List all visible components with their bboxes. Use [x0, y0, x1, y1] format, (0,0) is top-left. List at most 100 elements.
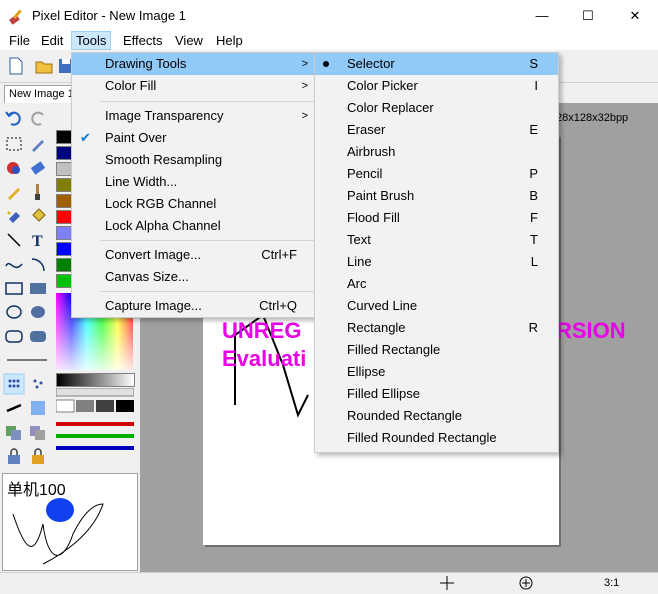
palette-swatch[interactable]	[56, 194, 72, 208]
new-file-icon[interactable]	[6, 56, 26, 76]
watermark-evaluation: Evaluati	[222, 346, 307, 371]
window-title: Pixel Editor - New Image 1	[32, 8, 186, 23]
title-bar: Pixel Editor - New Image 1 — ☐ ✕	[0, 0, 658, 31]
menu-item-capture-image[interactable]: Capture Image... Ctrl+Q	[72, 295, 317, 317]
filled-rounded-rectangle-tool-icon[interactable]	[27, 325, 49, 347]
status-bar: 3:1	[0, 572, 658, 594]
menu-item-line-width[interactable]: Line Width...	[72, 171, 317, 193]
menu-item-smooth-resampling[interactable]: Smooth Resampling	[72, 149, 317, 171]
menu-item-text[interactable]: Text T	[315, 229, 558, 251]
color-picker-tool-icon[interactable]	[27, 133, 49, 155]
brush-shape-dots-icon[interactable]	[3, 373, 25, 395]
palette-swatch[interactable]	[56, 226, 72, 240]
menu-item-paint-brush[interactable]: Paint Brush B	[315, 185, 558, 207]
menu-item-flood-fill[interactable]: Flood Fill F	[315, 207, 558, 229]
lock-alpha-icon[interactable]	[27, 445, 49, 467]
zoom-level: 3:1	[604, 577, 620, 589]
palette-swatch[interactable]	[56, 242, 72, 256]
eraser-tool-icon[interactable]	[27, 157, 49, 179]
menu-item-filled-ellipse[interactable]: Filled Ellipse	[315, 383, 558, 405]
close-button[interactable]: ✕	[612, 0, 658, 31]
menu-item-lock-rgb[interactable]: Lock RGB Channel	[72, 193, 317, 215]
palette-swatch[interactable]	[56, 274, 72, 288]
menu-item-color-fill[interactable]: Color Fill >	[72, 75, 317, 97]
menu-item-image-transparency[interactable]: Image Transparency >	[72, 105, 317, 127]
image-preview: 单机100	[2, 473, 138, 571]
layer-paste-icon[interactable]	[27, 421, 49, 443]
menu-item-paint-over[interactable]: ✔ Paint Over	[72, 127, 317, 149]
menu-bar: File Edit Tools Effects View Help	[0, 31, 658, 50]
zoom-icon[interactable]	[518, 575, 534, 591]
menu-item-convert-image[interactable]: Convert Image... Ctrl+F	[72, 244, 317, 266]
menu-item-curved-line[interactable]: Curved Line	[315, 295, 558, 317]
line-width-icon[interactable]	[3, 349, 51, 371]
palette-swatch[interactable]	[56, 146, 72, 160]
redo-icon[interactable]	[27, 107, 49, 129]
menu-item-filled-rectangle[interactable]: Filled Rectangle	[315, 339, 558, 361]
menu-item-line[interactable]: Line L	[315, 251, 558, 273]
menu-item-filled-rounded-rectangle[interactable]: Filled Rounded Rectangle	[315, 427, 558, 449]
brush-stroke-icon[interactable]	[3, 397, 25, 419]
palette-swatch[interactable]	[56, 258, 72, 272]
palette-swatch[interactable]	[56, 130, 72, 144]
line-tool-icon[interactable]	[3, 229, 25, 251]
menu-item-arc[interactable]: Arc	[315, 273, 558, 295]
maximize-button[interactable]: ☐	[565, 0, 611, 31]
menu-item-airbrush[interactable]: Airbrush	[315, 141, 558, 163]
menu-item-lock-alpha[interactable]: Lock Alpha Channel	[72, 215, 317, 237]
minimize-button[interactable]: —	[519, 0, 565, 31]
paint-brush-tool-icon[interactable]	[27, 181, 49, 203]
bullet-icon	[323, 61, 329, 67]
gradient-brush-icon[interactable]	[27, 397, 49, 419]
preview-drawing	[12, 498, 104, 565]
svg-text:T: T	[32, 233, 43, 250]
palette-swatch[interactable]	[56, 210, 72, 224]
palette-swatch[interactable]	[56, 162, 72, 176]
pattern-and-opacity-bars[interactable]	[56, 388, 134, 462]
lock-icon[interactable]	[3, 445, 25, 467]
watermark-text-end: RSION	[556, 318, 626, 343]
app-brush-icon	[9, 9, 22, 25]
tools-menu: Drawing Tools > Color Fill > Image Transpa…	[71, 52, 318, 318]
rounded-rectangle-tool-icon[interactable]	[3, 325, 25, 347]
menu-item-eraser[interactable]: Eraser E	[315, 119, 558, 141]
flood-fill-tool-icon[interactable]	[27, 205, 49, 227]
undo-icon[interactable]	[3, 107, 25, 129]
menu-effects[interactable]: Effects	[119, 31, 167, 50]
menu-item-drawing-tools[interactable]: Drawing Tools >	[72, 53, 317, 75]
pencil-tool-icon[interactable]	[3, 181, 25, 203]
airbrush-tool-icon[interactable]	[3, 205, 25, 227]
crosshair-icon	[440, 576, 454, 590]
filled-rectangle-tool-icon[interactable]	[27, 277, 49, 299]
menu-item-color-replacer[interactable]: Color Replacer	[315, 97, 558, 119]
menu-file[interactable]: File	[5, 31, 34, 50]
menu-item-rectangle[interactable]: Rectangle R	[315, 317, 558, 339]
palette-swatch[interactable]	[56, 178, 72, 192]
menu-view[interactable]: View	[171, 31, 207, 50]
brush-shape-scatter-icon[interactable]	[27, 373, 49, 395]
text-tool-icon[interactable]: T	[27, 229, 49, 251]
filled-ellipse-tool-icon[interactable]	[27, 301, 49, 323]
layer-copy-icon[interactable]	[3, 421, 25, 443]
curved-line-tool-icon[interactable]	[3, 253, 25, 275]
drawing-tools-submenu: Selector S Color Picker I Color Replacer E…	[314, 52, 559, 453]
checkmark-icon: ✔	[80, 130, 91, 145]
toolbox: T	[0, 103, 54, 468]
ellipse-tool-icon[interactable]	[3, 301, 25, 323]
menu-item-selector[interactable]: Selector S	[315, 53, 558, 75]
menu-item-ellipse[interactable]: Ellipse	[315, 361, 558, 383]
menu-item-pencil[interactable]: Pencil P	[315, 163, 558, 185]
brightness-slider[interactable]	[56, 373, 135, 387]
menu-tools[interactable]: Tools	[71, 31, 112, 50]
rectangle-tool-icon[interactable]	[3, 277, 25, 299]
selector-tool-icon[interactable]	[3, 133, 25, 155]
menu-edit[interactable]: Edit	[37, 31, 67, 50]
open-folder-icon[interactable]	[34, 56, 54, 76]
document-tab[interactable]: New Image 1	[4, 85, 79, 103]
menu-help[interactable]: Help	[212, 31, 247, 50]
menu-item-color-picker[interactable]: Color Picker I	[315, 75, 558, 97]
arc-tool-icon[interactable]	[27, 253, 49, 275]
menu-item-canvas-size[interactable]: Canvas Size...	[72, 266, 317, 288]
menu-item-rounded-rectangle[interactable]: Rounded Rectangle	[315, 405, 558, 427]
color-replacer-tool-icon[interactable]	[3, 157, 25, 179]
